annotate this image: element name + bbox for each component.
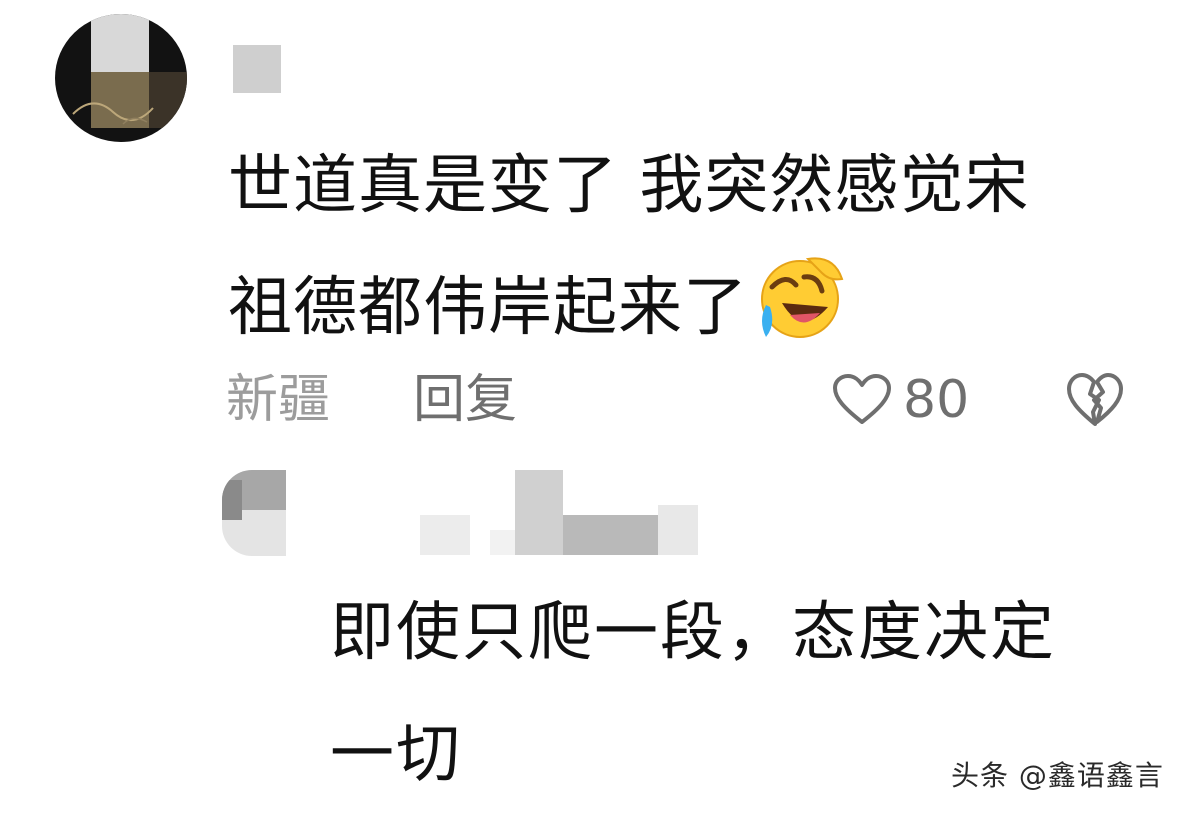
mosaic-block: [515, 470, 563, 555]
mosaic-block: [563, 515, 658, 555]
like-count: 80: [903, 370, 970, 430]
comment-location: 新疆: [226, 370, 331, 430]
comment-line-2: 祖德都伟岸起来了: [228, 271, 748, 345]
mosaic-block: [490, 530, 515, 555]
heart-outline-icon[interactable]: [832, 374, 892, 426]
mosaic-block: [658, 505, 698, 555]
username-placeholder[interactable]: [420, 470, 720, 560]
reply-button[interactable]: 回复: [413, 362, 517, 438]
comment-text: 世道真是变了 我突然感觉宋 祖德都伟岸起来了: [228, 125, 1148, 369]
watermark: 头条 @鑫语鑫言: [951, 759, 1164, 792]
broken-heart-icon[interactable]: [1066, 372, 1124, 428]
mosaic-block: [91, 14, 149, 72]
comment-line-1: 世道真是变了 我突然感觉宋: [228, 149, 1030, 223]
avatar-decoration: [72, 102, 154, 125]
avatar[interactable]: [222, 470, 286, 556]
mosaic-block: [222, 480, 242, 520]
rolling-on-floor-laughing-icon: [752, 255, 844, 347]
mosaic-block: [420, 515, 470, 555]
avatar[interactable]: [55, 14, 187, 142]
username-placeholder[interactable]: [233, 45, 281, 93]
